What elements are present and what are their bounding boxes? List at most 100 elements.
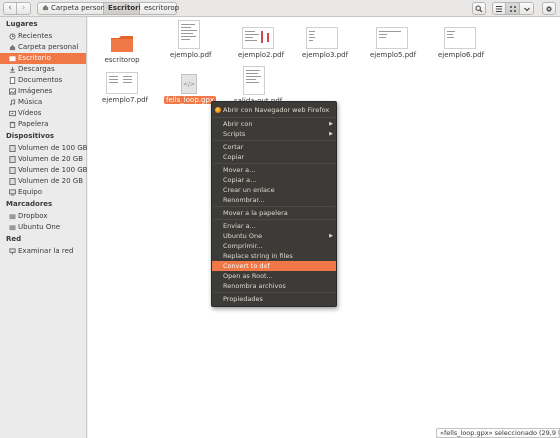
folder-icon <box>9 214 16 220</box>
menu-button[interactable] <box>542 2 556 15</box>
pdf-thumbnail-icon <box>243 66 265 95</box>
menu-separator <box>213 292 335 293</box>
sidebar-item-label: Volumen de 100 GB <box>18 166 88 174</box>
sidebar-item-home[interactable]: Carpeta personal <box>0 42 86 53</box>
breadcrumb-escritorop[interactable]: escritorop <box>140 2 179 15</box>
network-icon <box>9 248 16 255</box>
menu-item-label: Renombra archivos <box>223 282 286 290</box>
menu-item-convert-to-dxf[interactable]: Convert to dxf <box>212 261 336 271</box>
drive-icon <box>9 167 16 174</box>
forward-button[interactable]: › <box>17 2 31 15</box>
menu-item-label: Replace string in files <box>223 252 293 260</box>
pdf-thumbnail-icon <box>444 27 476 49</box>
breadcrumb-home[interactable]: Carpeta personal <box>37 2 111 15</box>
list-view-button[interactable] <box>492 2 506 15</box>
document-icon <box>9 77 16 84</box>
menu-item-label: Copiar <box>223 153 245 161</box>
sidebar-item-label: Descargas <box>18 65 55 73</box>
file-name: ejemplo6.pdf <box>438 51 485 59</box>
file-item[interactable]: salida-out.pdf <box>232 66 282 105</box>
drive-icon <box>9 156 16 163</box>
menu-item-properties[interactable]: Propiedades <box>212 294 336 304</box>
list-view-icon <box>496 6 502 12</box>
view-options-button[interactable] <box>520 2 534 15</box>
sidebar-item-imagenes[interactable]: Imágenes <box>0 86 86 97</box>
menu-item-rename[interactable]: Renombrar... <box>212 195 336 205</box>
status-bar: «fells_loop.gpx» seleccionado (29,9 kB) <box>436 428 560 438</box>
menu-item-label: Enviar a... <box>223 222 256 230</box>
menu-item-open-as-root[interactable]: Open as Root... <box>212 271 336 281</box>
grid-view-button[interactable] <box>506 2 520 15</box>
sidebar-item-papelera[interactable]: Papelera <box>0 119 86 130</box>
menu-item-rename-files[interactable]: Renombra archivos <box>212 281 336 291</box>
menu-item-replace-string[interactable]: Replace string in files <box>212 251 336 261</box>
menu-item-copy[interactable]: Copiar <box>212 152 336 162</box>
sidebar-item-network[interactable]: Examinar la red <box>0 246 86 257</box>
menu-item-label: Abrir con Navegador web Firefox <box>223 106 330 114</box>
sidebar-item-volume[interactable]: Volumen de 100 GB <box>0 143 88 154</box>
menu-item-copy-to[interactable]: Copiar a... <box>212 175 336 185</box>
menu-item-create-link[interactable]: Crear un enlace <box>212 185 336 195</box>
pdf-thumbnail-icon <box>306 27 338 49</box>
menu-item-open-firefox[interactable]: Abrir con Navegador web Firefox <box>212 105 336 115</box>
sidebar-item-musica[interactable]: Música <box>0 97 86 108</box>
file-item[interactable]: ejemplo5.pdf <box>368 27 416 59</box>
pdf-thumbnail-icon <box>376 27 408 49</box>
file-name: ejemplo5.pdf <box>370 51 417 59</box>
sidebar-item-volume[interactable]: Volumen de 20 GB <box>0 176 86 187</box>
file-item[interactable]: ejemplo6.pdf <box>436 27 484 59</box>
menu-item-label: Ubuntu One <box>223 232 263 240</box>
back-button[interactable]: ‹ <box>3 2 17 15</box>
sidebar-item-dropbox[interactable]: Dropbox <box>0 211 86 222</box>
sidebar-item-label: Volumen de 100 GB <box>18 144 88 152</box>
menu-item-label: Propiedades <box>223 295 263 303</box>
sidebar-item-descargas[interactable]: Descargas <box>0 64 86 75</box>
menu-item-send-to[interactable]: Enviar a... <box>212 221 336 231</box>
sidebar-item-volume[interactable]: Volumen de 20 GB <box>0 154 86 165</box>
file-item[interactable]: ejemplo7.pdf <box>100 72 148 104</box>
download-icon <box>9 66 16 73</box>
sidebar-item-ubuntu-one[interactable]: Ubuntu One <box>0 222 86 233</box>
menu-item-scripts[interactable]: Scripts ▶ <box>212 129 336 139</box>
sidebar-item-label: Equipo <box>18 188 42 196</box>
folder-icon <box>111 36 133 52</box>
trash-icon <box>9 121 16 128</box>
chevron-down-icon <box>523 7 530 12</box>
menu-item-cut[interactable]: Cortar <box>212 142 336 152</box>
sidebar-item-label: Volumen de 20 GB <box>18 177 84 185</box>
sidebar-item-videos[interactable]: Vídeos <box>0 108 86 119</box>
search-button[interactable] <box>472 2 486 15</box>
sidebar-item-recientes[interactable]: Recientes <box>0 31 86 42</box>
menu-item-move-to-trash[interactable]: Mover a la papelera <box>212 208 336 218</box>
sidebar-item-equipo[interactable]: Equipo <box>0 187 86 198</box>
sidebar-item-label: Documentos <box>18 76 63 84</box>
menu-item-label: Copiar a... <box>223 176 257 184</box>
menu-separator <box>213 140 335 141</box>
file-name: ejemplo.pdf <box>170 51 212 59</box>
file-item[interactable]: ejemplo3.pdf <box>300 27 348 59</box>
submenu-arrow-icon: ▶ <box>329 131 333 137</box>
file-item[interactable]: ejemplo2.pdf <box>236 27 284 59</box>
menu-item-ubuntu-one[interactable]: Ubuntu One ▶ <box>212 231 336 241</box>
sidebar-item-documentos[interactable]: Documentos <box>0 75 86 86</box>
breadcrumb-label: Carpeta personal <box>51 4 112 12</box>
file-item[interactable]: escritorop <box>100 31 144 64</box>
file-name: ejemplo7.pdf <box>102 96 149 104</box>
grid-view-icon <box>509 6 516 12</box>
menu-item-label: Abrir con <box>223 120 253 128</box>
menu-item-label: Convert to dxf <box>223 262 270 270</box>
menu-item-label: Comprimir... <box>223 242 263 250</box>
breadcrumb-desktop[interactable]: Escritorio <box>104 2 146 15</box>
sidebar-item-label: Imágenes <box>18 87 53 95</box>
menu-item-label: Cortar <box>223 143 244 151</box>
sidebar-item-label: Dropbox <box>18 212 48 220</box>
sidebar-item-escritorio[interactable]: Escritorio <box>0 53 86 64</box>
file-item[interactable]: ejemplo.pdf <box>168 20 212 59</box>
file-item-selected[interactable]: </> fells_loop.gpx <box>164 74 217 104</box>
menu-item-compress[interactable]: Comprimir... <box>212 241 336 251</box>
sidebar-item-volume[interactable]: Volumen de 100 GB <box>0 165 88 176</box>
sidebar-item-label: Papelera <box>18 120 49 128</box>
home-icon <box>9 44 16 51</box>
menu-item-move-to[interactable]: Mover a... <box>212 165 336 175</box>
menu-item-open-with[interactable]: Abrir con ▶ <box>212 119 336 129</box>
